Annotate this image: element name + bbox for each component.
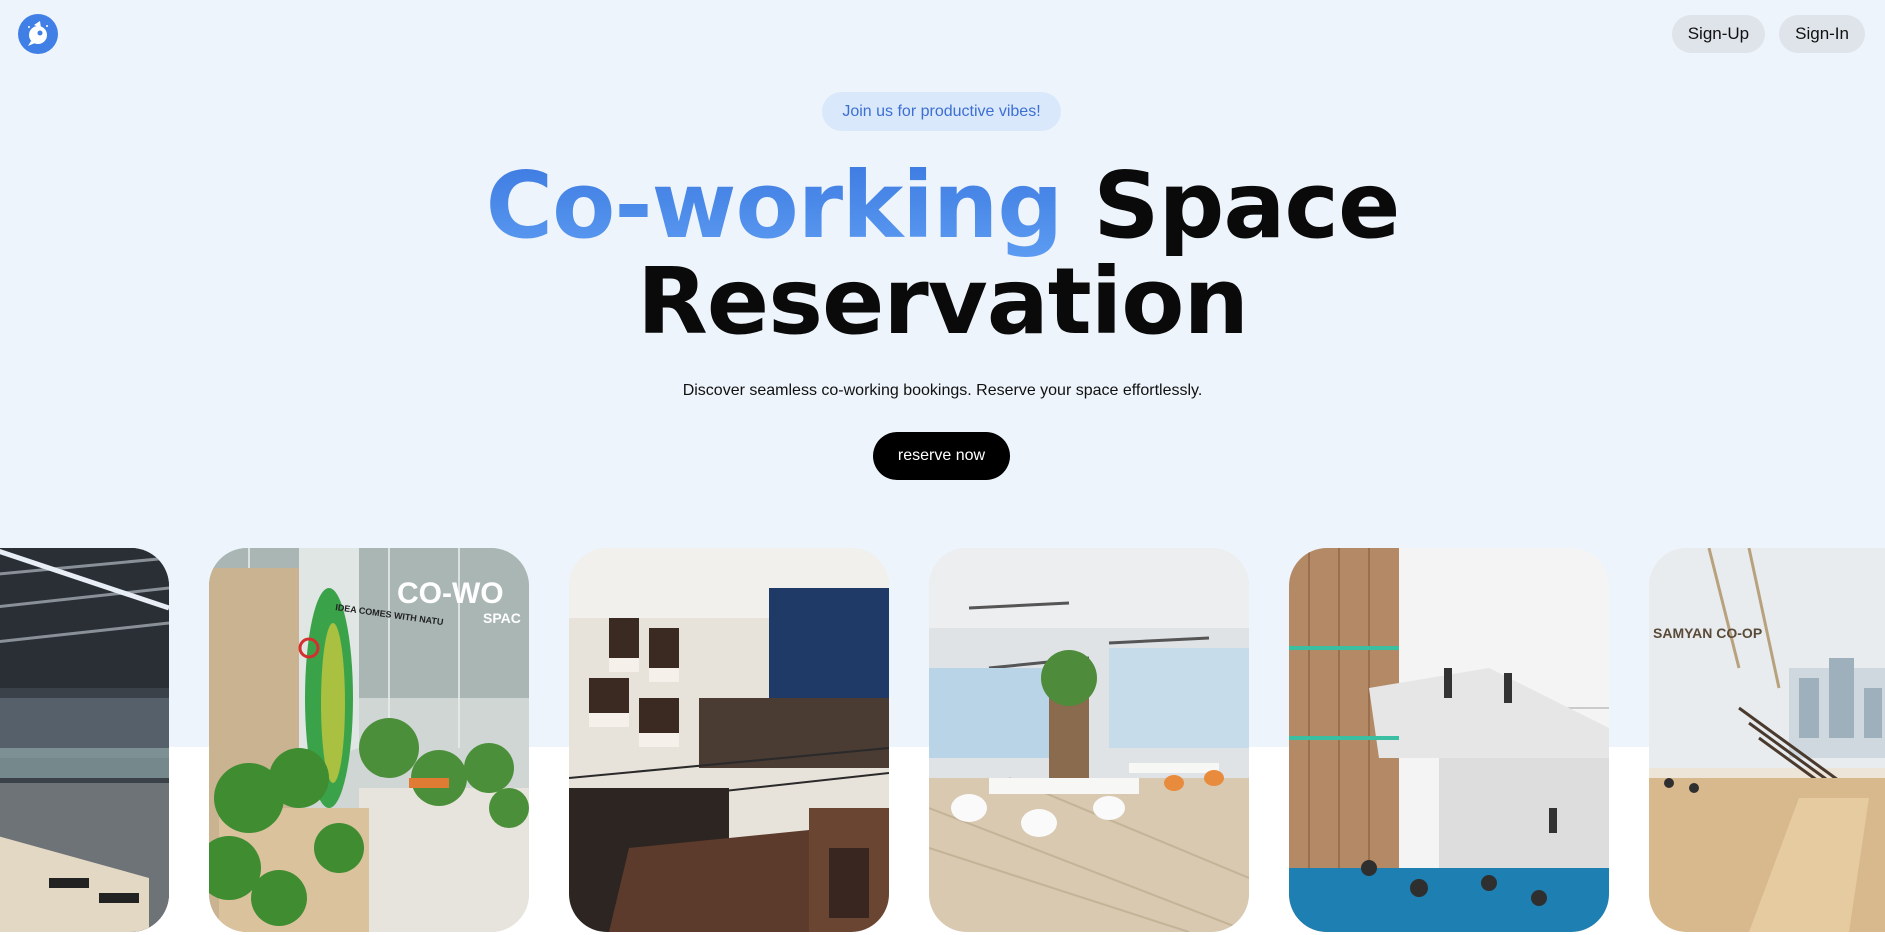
sign-samyan: SAMYAN CO-OP (1653, 625, 1762, 641)
tagline-pill: Join us for productive vibes! (822, 92, 1061, 131)
photo-open-office-desks[interactable] (929, 548, 1249, 932)
rocket-mascot-icon[interactable] (18, 14, 58, 54)
photo-samyan-co-op[interactable]: SAMYAN CO-OP (1649, 548, 1885, 932)
photo-cafe-mezzanine[interactable] (569, 548, 889, 932)
auth-nav: Sign-Up Sign-In (1671, 15, 1865, 53)
page-title: Co-working Space Reservation (0, 158, 1885, 350)
hero-subtitle: Discover seamless co-working bookings. R… (682, 382, 1203, 399)
photo-gallery: CO-WO SPAC IDEA COMES WITH NATU SAMYAN C… (0, 548, 1885, 932)
title-line-2: Reservation (636, 248, 1249, 355)
reserve-now-button[interactable]: reserve now (873, 432, 1010, 480)
photo-atrium-stairs[interactable] (1289, 548, 1609, 932)
photo-co-working-space-plants[interactable]: CO-WO SPAC IDEA COMES WITH NATU (209, 548, 529, 932)
sign-up-button[interactable]: Sign-Up (1671, 15, 1766, 53)
sign-co-working: CO-WO (397, 577, 504, 610)
sign-in-button[interactable]: Sign-In (1779, 15, 1865, 53)
title-word-space: Space (1093, 152, 1400, 259)
photo-industrial-hall[interactable] (0, 548, 169, 932)
title-accent: Co-working (485, 152, 1064, 259)
sign-space: SPAC (483, 610, 521, 626)
